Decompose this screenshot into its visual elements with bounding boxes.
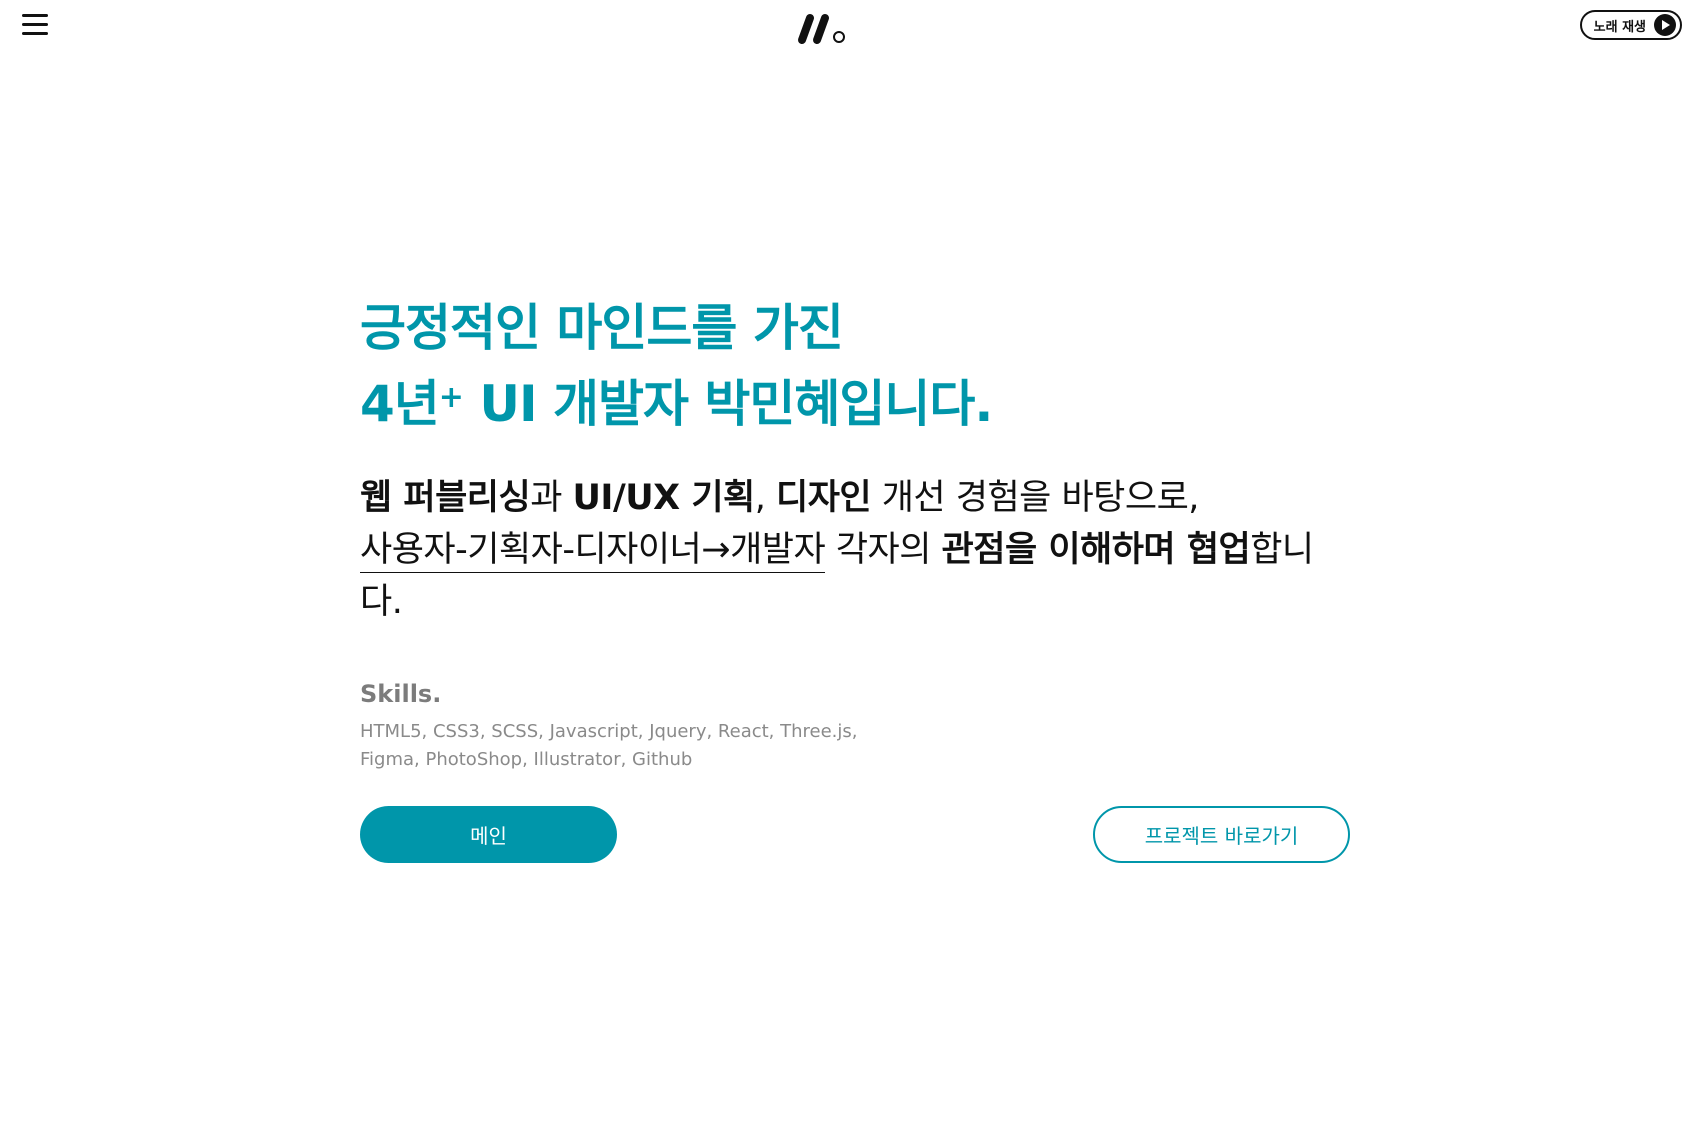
intro-collaboration: 관점을 이해하며 협업 <box>941 530 1251 570</box>
play-music-button[interactable]: 노래 재생 <box>1579 10 1682 40</box>
skills-list: HTML5, CSS3, SCSS, Javascript, Jquery, R… <box>360 718 1350 774</box>
intro-uiux: UI/UX 기획 <box>572 478 756 518</box>
intro-collaboration-flow: 사용자-기획자-디자이너→개발자 <box>360 530 826 573</box>
hero-intro: 웹 퍼블리싱과 UI/UX 기획, 디자인 개선 경험을 바탕으로, 사용자-기… <box>360 472 1350 628</box>
menu-bar <box>22 14 48 17</box>
skills-title: Skills. <box>360 680 442 708</box>
intro-web-publishing: 웹 퍼블리싱 <box>360 478 531 518</box>
play-music-label: 노래 재생 <box>1593 19 1646 35</box>
main-button[interactable]: 메인 <box>360 806 617 863</box>
hero-headline: 긍정적인 마인드를 가진 4년+ UI 개발자 박민혜입니다. <box>360 290 1350 442</box>
skills-line-1: HTML5, CSS3, SCSS, Javascript, Jquery, R… <box>360 721 858 742</box>
hero-section: 긍정적인 마인드를 가진 4년+ UI 개발자 박민혜입니다. 웹 퍼블리싱과 … <box>360 290 1350 774</box>
headline-line-1: 긍정적인 마인드를 가진 <box>360 299 844 357</box>
intro-text: 개선 경험을 바탕으로, <box>871 478 1200 518</box>
intro-text: , <box>754 478 776 518</box>
page: 노래 재생 긍정적인 마인드를 가진 4년+ UI 개발자 박민혜입니다. 웹 … <box>0 0 1700 1147</box>
go-to-projects-button[interactable]: 프로젝트 바로가기 <box>1093 806 1350 863</box>
headline-line-2: UI 개발자 박민혜입니다. <box>462 375 993 433</box>
menu-bar <box>22 32 48 35</box>
intro-text: 각자의 <box>825 530 942 570</box>
intro-design: 디자인 <box>776 478 872 518</box>
headline-plus: + <box>438 380 464 415</box>
skills-line-2: Figma, PhotoShop, Illustrator, Github <box>360 749 693 770</box>
skills-section: Skills. HTML5, CSS3, SCSS, Javascript, J… <box>360 680 1350 774</box>
action-buttons: 메인 프로젝트 바로가기 <box>360 806 1350 864</box>
intro-text: 과 <box>530 478 573 518</box>
headline-years: 4년 <box>360 375 440 433</box>
brand-logo-icon[interactable] <box>790 10 850 46</box>
play-circle-icon <box>1654 14 1676 36</box>
hamburger-menu-icon[interactable] <box>22 14 52 38</box>
menu-bar <box>22 23 48 26</box>
